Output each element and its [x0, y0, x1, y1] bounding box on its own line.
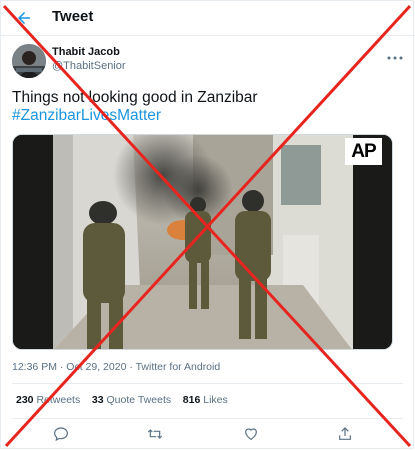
like-heart-icon[interactable]: [240, 423, 262, 445]
page-title: Tweet: [52, 8, 94, 25]
ap-logo-badge: AP: [345, 138, 382, 165]
likes-count: 816: [182, 394, 201, 406]
avatar[interactable]: [12, 44, 46, 78]
page-header: Tweet: [0, 0, 415, 36]
hashtag-link[interactable]: #ZanzibarLivesMatter: [12, 107, 161, 125]
tweet-time[interactable]: 12:36 PM: [12, 361, 57, 373]
meta-separator: ·: [129, 361, 133, 373]
quotes-label: Quote Tweets: [106, 394, 172, 406]
share-icon[interactable]: [334, 423, 356, 445]
tweet-video[interactable]: AP: [12, 134, 393, 350]
divider: [12, 418, 403, 419]
back-arrow-icon[interactable]: [12, 6, 36, 30]
tweet-date[interactable]: Oct 29, 2020: [66, 361, 126, 373]
divider: [12, 383, 403, 384]
tweet-text: Things not looking good in Zanzibar: [12, 89, 258, 106]
author-name[interactable]: Thabit Jacob: [52, 46, 120, 58]
likes-stat[interactable]: 816 Likes: [183, 394, 228, 406]
retweets-stat[interactable]: 230 Retweets: [16, 394, 80, 406]
tweet-timestamp: 12:36 PM · Oct 29, 2020 · Twitter for An…: [12, 361, 220, 373]
tweet-source[interactable]: Twitter for Android: [136, 361, 221, 373]
more-options-icon[interactable]: [383, 48, 407, 68]
retweet-icon[interactable]: [144, 423, 166, 445]
author-handle[interactable]: @ThabitSenior: [52, 60, 126, 72]
reply-icon[interactable]: [50, 423, 72, 445]
quote-tweets-stat[interactable]: 33 Quote Tweets: [92, 394, 171, 406]
quotes-count: 33: [91, 394, 104, 406]
engagement-stats: 230 Retweets 33 Quote Tweets 816 Likes: [16, 394, 228, 406]
retweets-label: Retweets: [36, 394, 81, 406]
likes-label: Likes: [203, 394, 228, 406]
tweet-actions: [0, 423, 415, 447]
meta-separator: ·: [59, 361, 64, 373]
video-frame-image: [13, 135, 392, 349]
retweets-count: 230: [16, 394, 34, 406]
